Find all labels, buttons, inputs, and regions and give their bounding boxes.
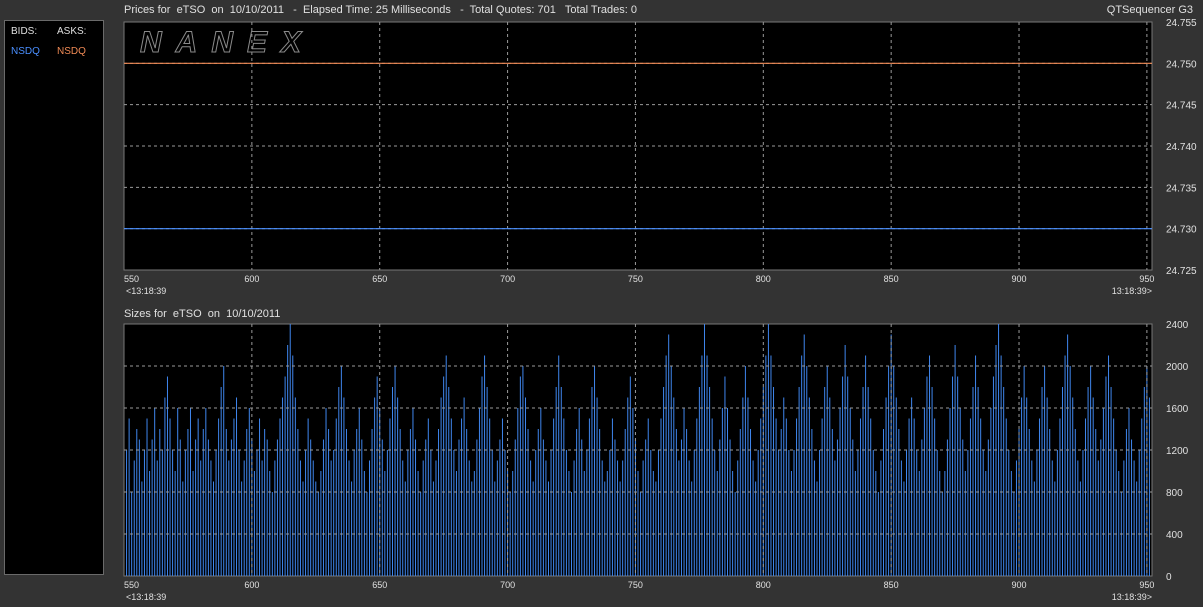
size-y-tick-label: 1200 (1166, 446, 1189, 457)
size-time-start-label: <13:18:39 (126, 592, 166, 602)
price-time-start-label: <13:18:39 (126, 286, 166, 296)
price-x-tick-label: 950 (1139, 274, 1154, 284)
size-y-tick-label: 400 (1166, 530, 1183, 541)
size-y-tick-label: 2000 (1166, 362, 1189, 373)
price-x-tick-label: 700 (500, 274, 515, 284)
chart-area: 550 600 650 700 750 800 850 900 950 24.725 24.730 2… (123, 18, 1197, 602)
size-y-tick-label: 2400 (1166, 320, 1189, 331)
size-x-tick-label: 700 (500, 580, 515, 590)
price-x-tick-label: 800 (756, 274, 771, 284)
size-x-tick-label: 550 (124, 580, 139, 590)
size-x-tick-label: 800 (756, 580, 771, 590)
size-x-tick-label: 650 (372, 580, 387, 590)
size-x-tick-label: 950 (1139, 580, 1154, 590)
price-time-end-label: 13:18:39> (1112, 286, 1152, 296)
size-y-tick-label: 0 (1166, 572, 1172, 583)
price-y-tick-label: 24.755 (1166, 18, 1197, 29)
price-y-tick-label: 24.725 (1166, 266, 1197, 277)
price-x-tick-label: 550 (124, 274, 139, 284)
size-x-tick-label: 750 (628, 580, 643, 590)
price-y-tick-label: 24.750 (1166, 59, 1197, 70)
price-y-tick-label: 24.745 (1166, 101, 1197, 112)
size-x-tick-label: 600 (244, 580, 259, 590)
price-x-tick-label: 850 (884, 274, 899, 284)
size-y-tick-label: 1600 (1166, 404, 1189, 415)
size-x-tick-label: 850 (884, 580, 899, 590)
price-plot-area (123, 21, 1153, 271)
size-time-end-label: 13:18:39> (1112, 592, 1152, 602)
nanex-watermark: NANEX (140, 26, 315, 59)
price-y-tick-label: 24.730 (1166, 225, 1197, 236)
size-x-tick-label: 900 (1012, 580, 1027, 590)
price-x-tick-label: 650 (372, 274, 387, 284)
size-y-tick-label: 800 (1166, 488, 1183, 499)
price-x-tick-label: 900 (1012, 274, 1027, 284)
price-y-tick-label: 24.735 (1166, 183, 1197, 194)
price-y-tick-label: 24.740 (1166, 142, 1197, 153)
price-x-tick-label: 600 (244, 274, 259, 284)
price-x-tick-label: 750 (628, 274, 643, 284)
